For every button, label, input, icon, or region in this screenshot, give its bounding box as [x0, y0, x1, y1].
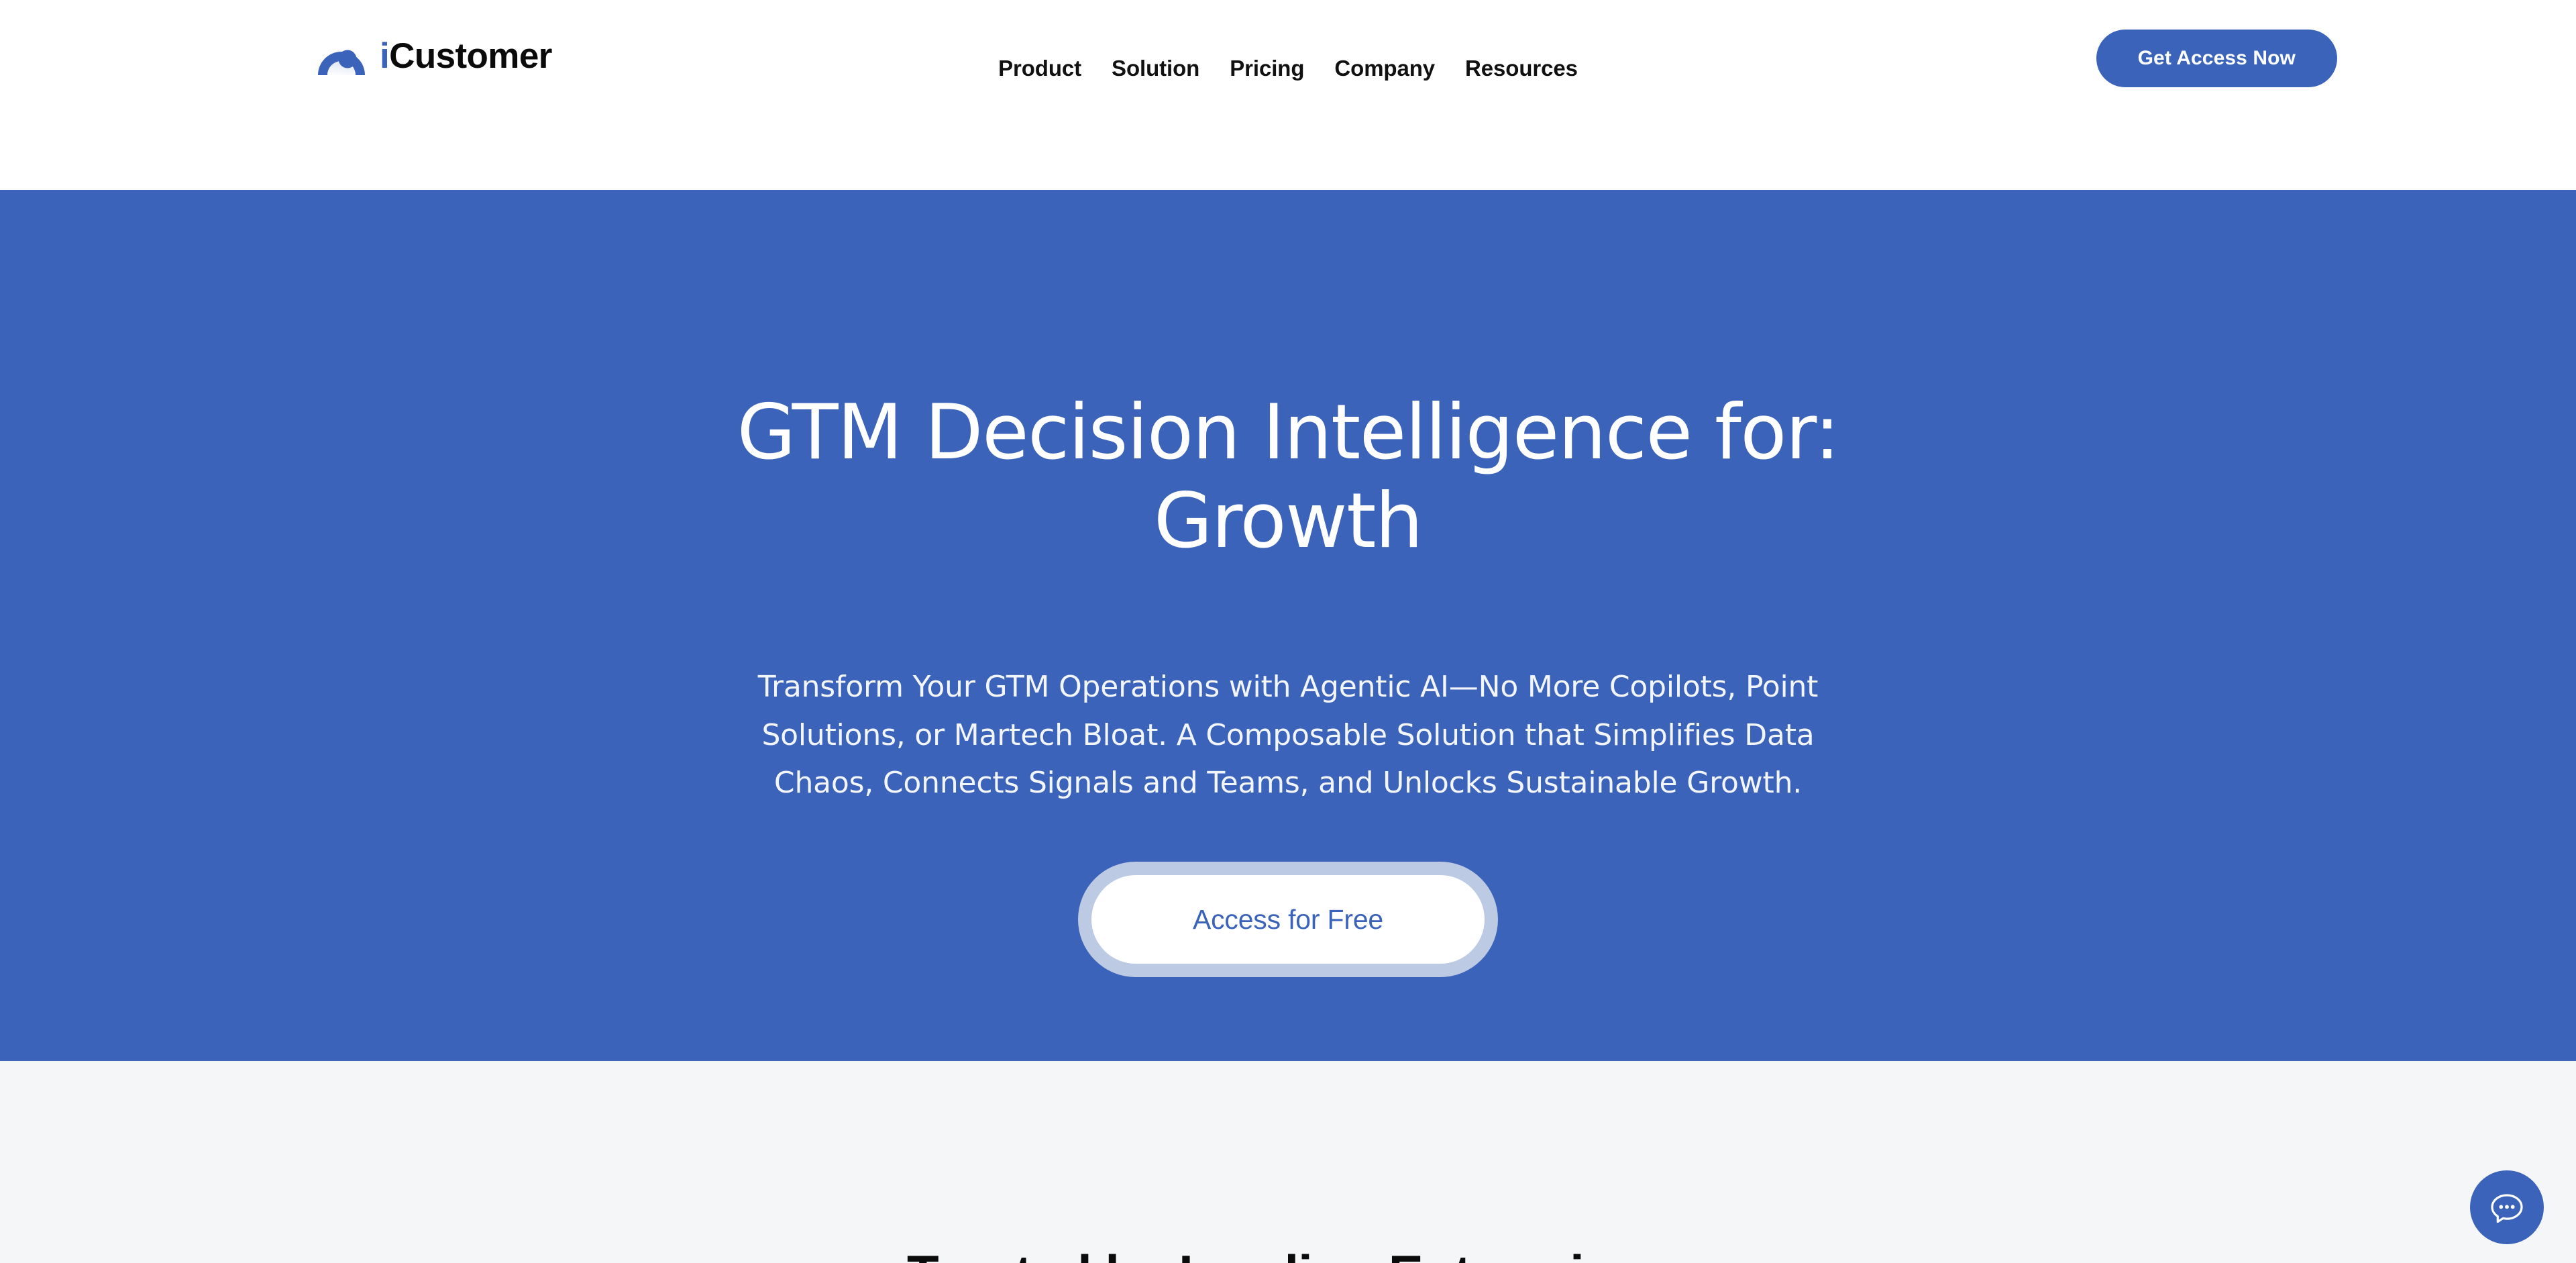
chat-bubble-icon [2491, 1194, 2523, 1223]
brand-wordmark-rest: Customer [389, 36, 552, 76]
brand-wordmark: iCustomer [380, 38, 552, 74]
hero-cta-wrapper: Access for Free [1078, 862, 1498, 978]
nav-item-company[interactable]: Company [1334, 55, 1435, 82]
arc-dot-logo-icon [318, 50, 365, 75]
hero-subtitle: Transform Your GTM Operations with Agent… [757, 670, 1819, 800]
trusted-by-section: Trusted by Leading Enterprises [0, 1061, 2576, 1263]
hero-section: GTM Decision Intelligence for: Growth Tr… [0, 190, 2576, 1061]
get-access-now-button[interactable]: Get Access Now [2096, 30, 2337, 87]
trusted-by-heading: Trusted by Leading Enterprises [0, 1244, 2576, 1263]
access-for-free-button[interactable]: Access for Free [1091, 875, 1485, 964]
primary-navigation: Product Solution Pricing Company Resourc… [998, 55, 1578, 82]
landing-page: iCustomer Product Solution Pricing Compa… [0, 0, 2576, 1263]
nav-item-pricing[interactable]: Pricing [1230, 55, 1304, 82]
nav-item-product[interactable]: Product [998, 55, 1081, 82]
chat-widget-button[interactable] [2470, 1170, 2544, 1244]
nav-item-solution[interactable]: Solution [1112, 55, 1199, 82]
hero-title-line-1: GTM Decision Intelligence for: [737, 388, 1840, 476]
header-inner: iCustomer Product Solution Pricing Compa… [0, 0, 2576, 190]
brand-logo-link[interactable]: iCustomer [317, 35, 552, 77]
site-header: iCustomer Product Solution Pricing Compa… [0, 0, 2576, 190]
brand-wordmark-prefix: i [380, 36, 390, 76]
hero-title-line-2: Growth [1153, 476, 1424, 566]
hero-title: GTM Decision Intelligence for: Growth [698, 388, 1878, 565]
nav-item-resources[interactable]: Resources [1465, 55, 1578, 82]
